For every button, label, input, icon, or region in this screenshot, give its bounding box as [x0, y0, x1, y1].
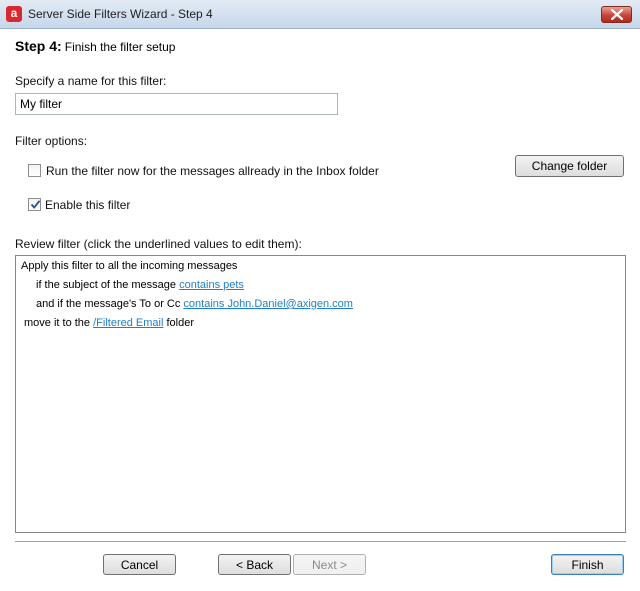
window-title: Server Side Filters Wizard - Step 4	[28, 7, 213, 21]
finish-button[interactable]: Finish	[551, 554, 624, 575]
review-filter-label: Review filter (click the underlined valu…	[15, 237, 302, 251]
next-button[interactable]: Next >	[293, 554, 366, 575]
checkmark-icon	[30, 200, 41, 209]
filter-options-label: Filter options:	[15, 134, 88, 148]
close-button[interactable]	[601, 6, 632, 23]
filter-name-label: Specify a name for this filter:	[15, 74, 167, 88]
filter-name-input[interactable]	[15, 93, 338, 115]
review-line-subject: if the subject of the message contains p…	[36, 279, 244, 291]
recipient-condition-link[interactable]: contains John.Daniel@axigen.com	[183, 298, 353, 310]
cancel-button[interactable]: Cancel	[103, 554, 176, 575]
app-icon: a	[6, 6, 22, 22]
review-filter-box: Apply this filter to all the incoming me…	[15, 255, 626, 533]
target-folder-link[interactable]: /Filtered Email	[93, 317, 163, 329]
run-now-label: Run the filter now for the messages allr…	[46, 164, 379, 178]
back-button[interactable]: < Back	[218, 554, 291, 575]
subject-condition-link[interactable]: contains pets	[179, 279, 244, 291]
review-line-recipient: and if the message's To or Cc contains J…	[36, 298, 353, 310]
step-header: Step 4: Finish the filter setup	[15, 38, 175, 54]
review-line-action: move it to the /Filtered Email folder	[24, 317, 194, 329]
step-number: Step 4:	[15, 38, 62, 54]
title-bar: a Server Side Filters Wizard - Step 4	[0, 0, 640, 29]
run-now-checkbox[interactable]	[28, 164, 41, 177]
enable-filter-label: Enable this filter	[45, 198, 131, 212]
change-folder-button[interactable]: Change folder	[515, 155, 624, 177]
enable-filter-checkbox[interactable]	[28, 198, 41, 211]
close-icon	[611, 9, 623, 20]
button-separator	[15, 541, 626, 543]
step-description: Finish the filter setup	[64, 40, 176, 54]
review-line-apply: Apply this filter to all the incoming me…	[21, 260, 238, 272]
